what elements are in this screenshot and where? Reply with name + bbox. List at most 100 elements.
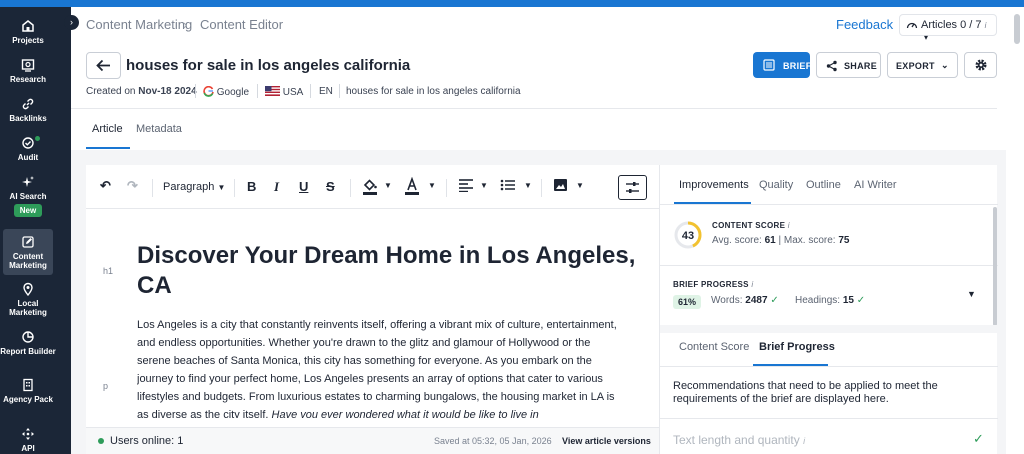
insert-image-icon[interactable]: ▼ — [553, 178, 584, 195]
sidebar-item-local-marketing[interactable]: Local Marketing — [0, 282, 56, 317]
block-tag-p: p — [103, 381, 109, 391]
audit-icon — [22, 137, 34, 149]
panel-scrollbar[interactable] — [993, 207, 997, 326]
tab-brief-progress[interactable]: Brief Progress — [759, 341, 835, 353]
toolbar-divider — [152, 179, 153, 197]
sidebar-item-audit[interactable]: Audit — [0, 136, 56, 162]
sidebar-item-agency-pack[interactable]: Agency Pack — [0, 378, 56, 404]
block-tag-h1: h1 — [103, 266, 114, 276]
saved-timestamp: Saved at 05:32, 05 Jan, 2026 — [434, 436, 552, 446]
back-button[interactable] — [86, 52, 121, 79]
brief-button[interactable]: BRIEF — [753, 52, 811, 78]
info-icon: i — [984, 21, 987, 30]
articles-counter-dropdown[interactable]: Articles 0 / 7 i ▾ — [899, 14, 997, 42]
page-scrollbar[interactable] — [1014, 14, 1020, 44]
section-label: Text length and quantity — [673, 433, 800, 447]
top-accent-bar — [0, 0, 1024, 7]
sidebar-item-label: Research — [9, 75, 47, 84]
country-label: USA — [282, 87, 304, 98]
sparkle-icon — [22, 176, 34, 187]
bold-icon[interactable]: B — [247, 179, 256, 194]
italic-icon[interactable]: I — [274, 179, 279, 195]
list-icon[interactable]: ▼ — [500, 178, 532, 195]
tab-ai-writer[interactable]: AI Writer — [854, 179, 897, 191]
gear-icon — [975, 59, 987, 71]
header-divider — [71, 108, 997, 109]
divider — [339, 84, 340, 98]
align-icon[interactable]: ▼ — [458, 178, 488, 195]
text-color-icon[interactable]: ▼ — [404, 176, 436, 198]
strikethrough-icon[interactable]: S — [326, 179, 335, 194]
caret-down-icon: ▼ — [576, 181, 584, 190]
expand-brief-progress-icon[interactable]: ▼ — [967, 289, 976, 299]
sidebar-item-research[interactable]: Research — [0, 58, 56, 84]
avg-score-label: Avg. score: — [712, 235, 762, 246]
share-icon — [826, 60, 837, 72]
highlight-color-icon[interactable]: ▼ — [362, 177, 392, 198]
panel-divider — [660, 204, 998, 205]
settings-button[interactable] — [964, 52, 997, 78]
sliders-icon — [626, 182, 639, 193]
editor-settings-button[interactable] — [618, 175, 647, 200]
sidebar-item-label: Agency Pack — [3, 395, 53, 404]
redo-icon[interactable]: ↷ — [127, 178, 138, 194]
sidebar-item-projects[interactable]: Projects — [0, 19, 56, 45]
underline-icon[interactable]: U — [299, 179, 308, 194]
research-icon — [21, 59, 35, 72]
image-icon — [554, 179, 567, 191]
article-paragraph[interactable]: Los Angeles is a city that constantly re… — [137, 316, 617, 418]
tab-article[interactable]: Article — [92, 123, 123, 135]
page-title: houses for sale in los angeles californi… — [126, 57, 411, 74]
caret-down-icon: ▼ — [480, 181, 488, 190]
content-score-ring: 43 — [674, 221, 702, 249]
info-icon: i — [751, 280, 754, 289]
sidebar-item-ai-search[interactable]: AI Search New — [0, 175, 56, 217]
sidebar-item-label: Backlinks — [9, 114, 47, 123]
tab-outline[interactable]: Outline — [806, 179, 841, 191]
panel-divider — [660, 265, 998, 266]
sidebar-collapse-button[interactable]: › — [64, 15, 79, 30]
section-text-length[interactable]: Text length and quantity i — [673, 433, 805, 447]
caret-down-icon: ▼ — [217, 183, 226, 192]
sidebar-item-backlinks[interactable]: Backlinks — [0, 97, 56, 123]
tab-improvements[interactable]: Improvements — [679, 179, 749, 191]
export-dropdown[interactable]: EXPORT ⌄ — [887, 52, 958, 78]
gauge-icon — [906, 22, 918, 29]
block-style-label: Paragraph — [163, 181, 215, 193]
toolbar-divider — [234, 179, 235, 197]
brief-progress-badge: 61% — [673, 295, 702, 309]
created-date: Created on Nov-18 2024 — [86, 86, 197, 97]
words-label: Words: — [711, 295, 743, 306]
feedback-link[interactable]: Feedback — [836, 17, 893, 32]
headings-label: Headings: — [795, 295, 841, 306]
avg-score-value: 61 — [764, 235, 776, 246]
tab-quality[interactable]: Quality — [759, 179, 793, 191]
tab-content-score[interactable]: Content Score — [679, 341, 749, 353]
view-versions-link[interactable]: View article versions — [562, 436, 651, 446]
sidebar: Projects Research Backlinks Audit AI Sea… — [0, 7, 71, 454]
words-count: Words: 2487 ✓ — [711, 295, 779, 306]
editor: ↶ ↷ Paragraph ▼ B I U S ▼ ▼ ▼ ▼ ▼ h1 Dis… — [86, 165, 659, 454]
article-heading[interactable]: Discover Your Dream Home in Los Angeles,… — [137, 241, 637, 301]
toolbar-divider — [446, 179, 447, 197]
brief-icon — [763, 59, 775, 71]
align-left-icon — [459, 179, 473, 193]
share-button[interactable]: SHARE — [816, 52, 881, 78]
editor-status-bar: Users online: 1 Saved at 05:32, 05 Jan, … — [86, 427, 659, 454]
sidebar-item-label: AI Search — [9, 192, 47, 201]
breadcrumb-content-marketing[interactable]: Content Marketing — [86, 17, 192, 32]
content-score-value: 43 — [682, 230, 694, 242]
panel-divider — [660, 418, 998, 419]
undo-icon[interactable]: ↶ — [100, 178, 111, 194]
brief-progress-label: BRIEF PROGRESS i — [673, 280, 753, 289]
home-icon — [22, 20, 34, 32]
block-style-select[interactable]: Paragraph ▼ — [163, 181, 225, 193]
sidebar-item-report-builder[interactable]: Report Builder — [0, 330, 56, 356]
check-icon: ✓ — [770, 295, 779, 306]
bulleted-list-icon — [500, 179, 515, 191]
sidebar-item-label: Report Builder — [0, 347, 56, 356]
sidebar-item-api[interactable]: API — [0, 427, 56, 453]
brief-panel: Improvements Quality Outline AI Writer 4… — [659, 165, 998, 454]
sidebar-item-content-marketing[interactable]: Content Marketing — [3, 229, 53, 275]
tab-metadata[interactable]: Metadata — [136, 123, 182, 135]
